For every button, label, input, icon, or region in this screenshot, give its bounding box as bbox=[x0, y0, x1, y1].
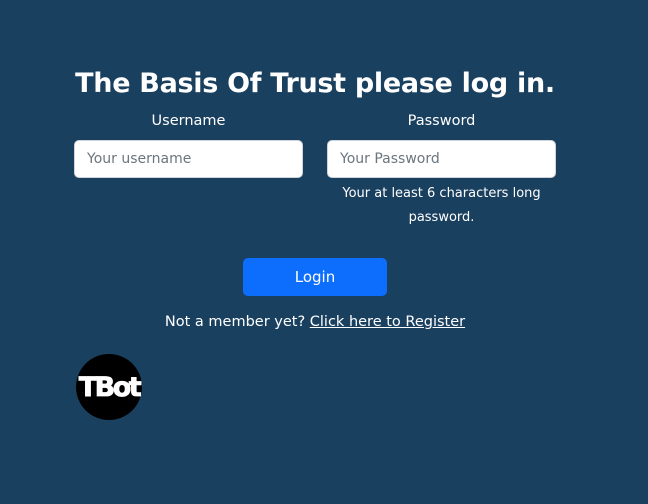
username-input[interactable] bbox=[74, 140, 303, 178]
password-input[interactable] bbox=[327, 140, 556, 178]
login-button[interactable]: Login bbox=[243, 258, 387, 296]
page-title: The Basis Of Trust please log in. bbox=[75, 68, 555, 99]
password-hint: Your at least 6 characters long password… bbox=[342, 186, 541, 225]
tbot-logo: TBot bbox=[76, 354, 142, 420]
tbot-logo-text: TBot bbox=[79, 372, 142, 403]
register-prompt-text: Not a member yet? bbox=[164, 314, 306, 330]
register-link[interactable]: Click here to Register bbox=[310, 314, 465, 330]
login-page: The Basis Of Trust please log in. Userna… bbox=[0, 0, 648, 504]
password-label: Password bbox=[407, 113, 476, 129]
username-group: Username bbox=[74, 110, 303, 178]
username-label: Username bbox=[151, 113, 226, 129]
password-group: Password Your at least 6 characters long… bbox=[327, 110, 556, 230]
register-prompt: Not a member yet? Click here to Register bbox=[0, 314, 630, 330]
tbot-logo-mark: TBot bbox=[78, 372, 142, 404]
